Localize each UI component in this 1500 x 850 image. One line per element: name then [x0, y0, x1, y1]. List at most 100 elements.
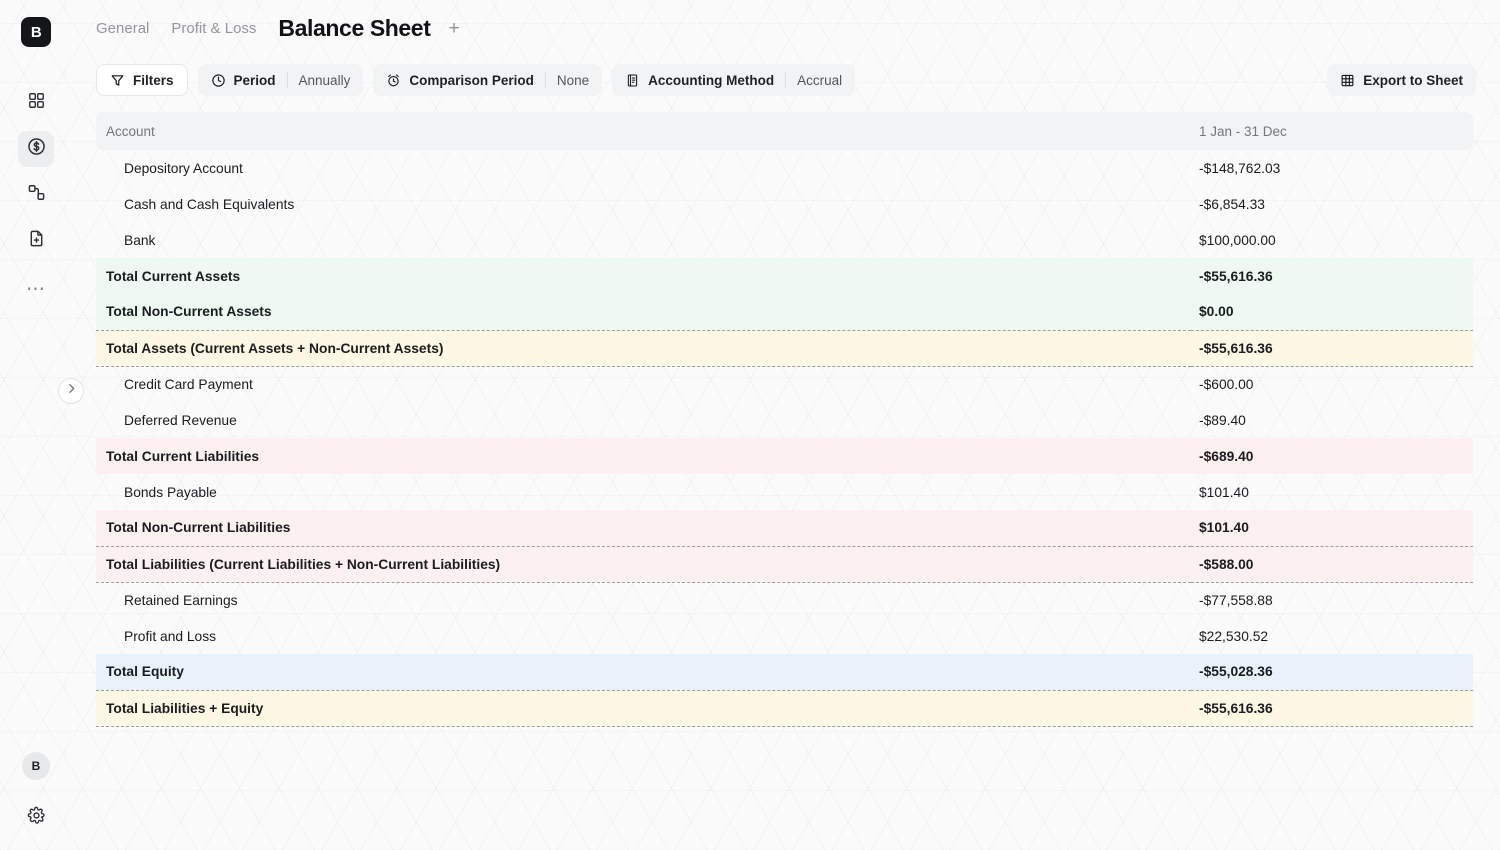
cell-account: Total Current Assets [96, 258, 1191, 294]
chip-divider [785, 72, 787, 88]
cell-account: Cash and Cash Equivalents [124, 196, 295, 212]
cell-account: Total Liabilities + Equity [96, 689, 1191, 727]
period-selector[interactable]: Period Annually [197, 64, 364, 96]
comparison-period-label: Comparison Period [409, 72, 534, 88]
filters-button[interactable]: Filters [96, 64, 188, 96]
chevron-right-icon [65, 382, 78, 400]
balance-sheet-table: Account 1 Jan - 31 Dec Depository Accoun… [96, 112, 1473, 727]
table-icon [1340, 73, 1355, 88]
cell-value: $0.00 [1191, 294, 1473, 330]
gear-icon [27, 806, 46, 830]
cell-value: -$600.00 [1199, 376, 1254, 392]
accounting-method-value: Accrual [797, 72, 843, 88]
table-row[interactable]: Total Current Liabilities -$689.40 [96, 438, 1473, 474]
cell-account: Total Liabilities (Current Liabilities +… [96, 545, 1191, 583]
left-sidebar: B ⋯ B [0, 0, 72, 850]
table-row[interactable]: Profit and Loss $22,530.52 [96, 618, 1473, 654]
table-row[interactable]: Retained Earnings -$77,558.88 [96, 582, 1473, 618]
alarm-clock-icon [386, 73, 401, 88]
export-to-sheet-button[interactable]: Export to Sheet [1327, 64, 1476, 96]
accounting-method-selector[interactable]: Accounting Method Accrual [612, 64, 856, 96]
cell-value: -$689.40 [1191, 438, 1473, 474]
column-header-period: 1 Jan - 31 Dec [1191, 112, 1473, 150]
cell-account: Depository Account [124, 160, 243, 176]
filter-icon [110, 73, 125, 88]
table-row[interactable]: Total Non-Current Liabilities $101.40 [96, 510, 1473, 546]
table-row[interactable]: Cash and Cash Equivalents -$6,854.33 [96, 186, 1473, 222]
cell-account: Bank [124, 232, 156, 248]
period-value: Annually [298, 72, 351, 88]
tab-profit-and-loss[interactable]: Profit & Loss [171, 20, 256, 37]
table-row[interactable]: Total Non-Current Assets $0.00 [96, 294, 1473, 330]
column-header-account: Account [96, 112, 1191, 150]
table-row[interactable]: Bonds Payable $101.40 [96, 474, 1473, 510]
app-logo[interactable]: B [21, 17, 51, 47]
tab-general[interactable]: General [96, 20, 149, 37]
cell-value: -$588.00 [1191, 545, 1473, 583]
sidebar-item-more[interactable]: ⋯ [18, 275, 54, 303]
cell-account: Profit and Loss [124, 628, 217, 644]
accounting-method-label: Accounting Method [648, 72, 775, 88]
sidebar-item-finance[interactable] [18, 131, 54, 167]
file-plus-icon [27, 229, 46, 253]
cell-value: -$55,616.36 [1191, 329, 1473, 367]
table-row[interactable]: Deferred Revenue -$89.40 [96, 402, 1473, 438]
cell-value: -$55,616.36 [1191, 689, 1473, 727]
cell-value: -$77,558.88 [1199, 592, 1273, 608]
main-content: General Profit & Loss Balance Sheet + Fi… [72, 0, 1500, 850]
add-tab-button[interactable]: + [444, 17, 463, 40]
table-header-row: Account 1 Jan - 31 Dec [96, 112, 1473, 150]
cell-value: -$148,762.03 [1199, 160, 1281, 176]
cell-account: Total Equity [96, 654, 1191, 690]
dollar-circle-icon [26, 136, 47, 162]
sidebar-item-new-document[interactable] [18, 223, 54, 259]
cell-value: $101.40 [1191, 510, 1473, 546]
sidebar-collapse-toggle[interactable] [58, 378, 84, 404]
settings-button[interactable] [20, 802, 52, 834]
sidebar-item-dashboard[interactable] [18, 85, 54, 121]
grid-icon [27, 91, 46, 115]
comparison-period-selector[interactable]: Comparison Period None [373, 64, 603, 96]
cell-value: -$55,616.36 [1191, 258, 1473, 294]
tab-balance-sheet[interactable]: Balance Sheet [278, 15, 430, 42]
cell-account: Total Assets (Current Assets + Non-Curre… [96, 329, 1191, 367]
clock-icon [211, 73, 226, 88]
table-body: Depository Account -$148,762.03 Cash and C… [96, 150, 1473, 727]
nodes-icon [27, 183, 46, 207]
cell-account: Total Non-Current Assets [96, 294, 1191, 330]
table-row[interactable]: Bank $100,000.00 [96, 222, 1473, 258]
table-row[interactable]: Depository Account -$148,762.03 [96, 150, 1473, 186]
report-toolbar: Filters Period Annually Comparison Perio… [72, 56, 1500, 104]
cell-account: Bonds Payable [124, 484, 217, 500]
table-row[interactable]: Total Liabilities (Current Liabilities +… [96, 545, 1473, 583]
filters-label: Filters [133, 72, 174, 88]
cell-value: $101.40 [1199, 484, 1249, 500]
chip-divider [286, 72, 288, 88]
sidebar-nav: ⋯ [18, 85, 54, 303]
cell-account: Retained Earnings [124, 592, 238, 608]
cell-account: Deferred Revenue [124, 412, 237, 428]
cell-value: $22,530.52 [1199, 628, 1269, 644]
table-head: Account 1 Jan - 31 Dec [96, 112, 1473, 150]
ledger-icon [625, 73, 640, 88]
cell-account: Total Non-Current Liabilities [96, 510, 1191, 546]
cell-value: -$55,028.36 [1191, 654, 1473, 690]
avatar[interactable]: B [22, 752, 50, 780]
app-root: B ⋯ B General Profit & Loss Balance Shee… [0, 0, 1500, 850]
cell-value: -$6,854.33 [1199, 196, 1265, 212]
cell-value: -$89.40 [1199, 412, 1246, 428]
table-row[interactable]: Total Equity -$55,028.36 [96, 654, 1473, 690]
report-tabs: General Profit & Loss Balance Sheet + [72, 0, 1500, 56]
table-row[interactable]: Credit Card Payment -$600.00 [96, 366, 1473, 402]
balance-sheet-table-container: Account 1 Jan - 31 Dec Depository Accoun… [72, 104, 1500, 850]
table-row[interactable]: Total Liabilities + Equity -$55,616.36 [96, 689, 1473, 727]
chip-divider [544, 72, 546, 88]
cell-account: Credit Card Payment [124, 376, 253, 392]
comparison-period-value: None [556, 72, 590, 88]
cell-value: $100,000.00 [1199, 232, 1276, 248]
table-row[interactable]: Total Assets (Current Assets + Non-Curre… [96, 329, 1473, 367]
table-row[interactable]: Total Current Assets -$55,616.36 [96, 258, 1473, 294]
sidebar-item-workflows[interactable] [18, 177, 54, 213]
cell-account: Total Current Liabilities [96, 438, 1191, 474]
export-label: Export to Sheet [1363, 72, 1463, 88]
